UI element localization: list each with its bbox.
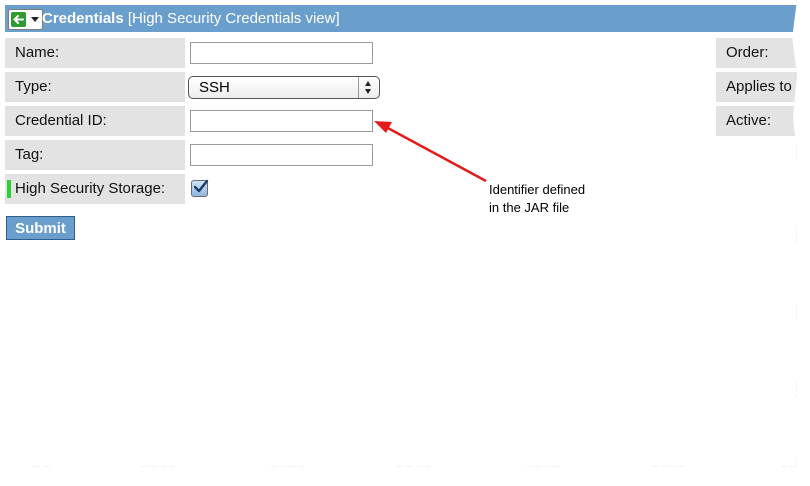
annotation-note: Identifier defined in the JAR file [489, 181, 619, 217]
annotation-arrow [374, 121, 487, 183]
annotation-line-2: in the JAR file [489, 200, 570, 215]
screenshot-sheet: Credentials [High Security Credentials v… [0, 0, 797, 467]
annotation-line-1: Identifier defined [489, 182, 586, 197]
